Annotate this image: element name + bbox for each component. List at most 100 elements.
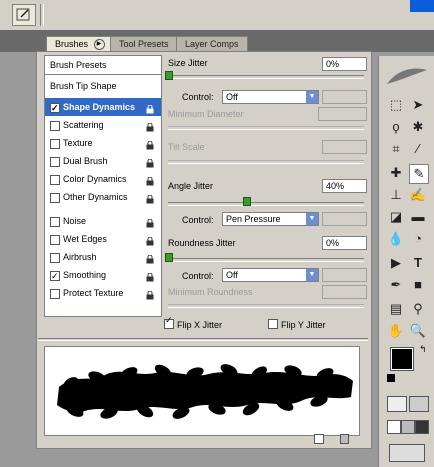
brush-setting-item[interactable]: Wet Edges <box>45 230 161 248</box>
brush-setting-item[interactable]: Smoothing <box>45 266 161 285</box>
brush-setting-item[interactable]: Color Dynamics <box>45 170 161 188</box>
magic-wand-tool-icon[interactable]: ✱ <box>409 118 427 136</box>
path-selection-tool-icon[interactable]: ▶ <box>387 254 405 272</box>
setting-checkbox[interactable] <box>50 235 60 245</box>
healing-brush-tool-icon[interactable]: ✚ <box>387 164 405 182</box>
slice-tool-icon[interactable]: ⁄ <box>409 140 427 158</box>
brush-setting-item[interactable]: Other Dynamics <box>45 188 161 206</box>
palette-menu-icon[interactable]: ▶ <box>93 39 105 51</box>
gradient-tool-icon[interactable]: ▬ <box>409 208 427 226</box>
tilt-scale-label: Tilt Scale <box>168 142 205 152</box>
flip-x-checkbox[interactable] <box>164 315 174 329</box>
angle-jitter-slider[interactable] <box>168 202 364 206</box>
brush-setting-item[interactable]: Scattering <box>45 116 161 134</box>
setting-checkbox[interactable] <box>50 253 60 263</box>
size-control-select[interactable]: Off ▼ <box>222 90 319 104</box>
brush-palette-icon[interactable] <box>12 4 36 26</box>
lock-icon[interactable] <box>146 192 154 204</box>
setting-checkbox[interactable] <box>50 267 60 285</box>
setting-checkbox[interactable] <box>50 175 60 185</box>
angle-control-label: Control: <box>182 215 214 225</box>
setting-checkbox[interactable] <box>50 121 60 131</box>
new-preset-icon[interactable] <box>314 434 324 444</box>
setting-label: Airbrush <box>63 252 97 262</box>
angle-jitter-thumb[interactable] <box>243 197 252 206</box>
eyedropper-tool-icon[interactable]: ⚲ <box>409 300 427 318</box>
marquee-tool-icon[interactable]: ⬚ <box>387 96 405 114</box>
history-brush-tool-icon[interactable]: ✍ <box>409 186 427 204</box>
lock-icon[interactable] <box>146 120 154 132</box>
lock-icon[interactable] <box>146 138 154 150</box>
brush-setting-item[interactable]: Protect Texture <box>45 284 161 302</box>
setting-checkbox[interactable] <box>50 139 60 149</box>
lock-icon[interactable] <box>146 102 154 114</box>
setting-checkbox[interactable] <box>50 193 60 203</box>
angle-jitter-value[interactable]: 40% <box>322 179 367 193</box>
roundness-control-select[interactable]: Off ▼ <box>222 268 319 282</box>
brush-tip-shape-item[interactable]: Brush Tip Shape <box>45 77 161 95</box>
zoom-tool-icon[interactable]: 🔍 <box>409 322 427 340</box>
move-tool-icon[interactable]: ➤ <box>409 96 427 114</box>
swap-colors-icon[interactable]: ↰ <box>419 344 427 355</box>
roundness-jitter-value[interactable]: 0% <box>322 236 367 250</box>
setting-label: Color Dynamics <box>63 174 127 184</box>
angle-control-select[interactable]: Pen Pressure ▼ <box>222 212 319 226</box>
lock-icon[interactable] <box>146 174 154 186</box>
hand-tool-icon[interactable]: ✋ <box>387 322 405 340</box>
quick-mask-mode-icon[interactable] <box>409 396 429 412</box>
setting-label: Other Dynamics <box>63 192 128 202</box>
shape-tool-icon[interactable]: ■ <box>409 276 427 294</box>
flip-y-label: Flip Y Jitter <box>281 320 326 330</box>
lock-icon[interactable] <box>146 156 154 168</box>
min-roundness-value <box>322 285 367 299</box>
brush-setting-item[interactable]: Shape Dynamics <box>45 98 161 117</box>
brush-presets-item[interactable]: Brush Presets <box>45 56 161 75</box>
size-jitter-label: Size Jitter <box>168 58 208 68</box>
roundness-jitter-slider[interactable] <box>168 258 364 262</box>
min-roundness-slider <box>168 304 364 308</box>
size-jitter-thumb[interactable] <box>165 71 173 80</box>
default-colors-icon[interactable] <box>387 374 395 382</box>
angle-jitter-label: Angle Jitter <box>168 181 214 191</box>
pen-tool-icon[interactable]: ✒ <box>387 276 405 294</box>
roundness-jitter-thumb[interactable] <box>165 253 173 262</box>
clone-stamp-tool-icon[interactable]: ⊥ <box>387 186 405 204</box>
tab-brushes[interactable]: Brushes ▶ <box>46 36 114 52</box>
crop-tool-icon[interactable]: ⌗ <box>387 140 405 158</box>
brush-setting-item[interactable]: Dual Brush <box>45 152 161 170</box>
setting-checkbox[interactable] <box>50 217 60 227</box>
tilt-scale-value <box>322 140 367 154</box>
tab-tool-presets[interactable]: Tool Presets <box>110 36 178 51</box>
standard-mode-icon[interactable] <box>387 396 407 412</box>
notes-tool-icon[interactable]: ▤ <box>387 300 405 318</box>
lock-icon[interactable] <box>146 270 154 282</box>
screen-mode-menus-icon[interactable] <box>401 420 415 434</box>
setting-checkbox[interactable] <box>50 289 60 299</box>
brush-tool-icon[interactable]: ✎ <box>409 164 429 184</box>
setting-checkbox[interactable] <box>50 99 60 117</box>
lock-icon[interactable] <box>146 252 154 264</box>
brush-setting-item[interactable]: Noise <box>45 212 161 230</box>
lock-icon[interactable] <box>146 216 154 228</box>
lock-icon[interactable] <box>146 234 154 246</box>
trash-icon[interactable] <box>340 434 349 444</box>
screen-mode-standard-icon[interactable] <box>387 420 401 434</box>
size-jitter-value[interactable]: 0% <box>322 57 367 71</box>
size-jitter-slider[interactable] <box>168 75 364 79</box>
flip-y-checkbox[interactable] <box>268 319 278 329</box>
tab-layer-comps[interactable]: Layer Comps <box>176 36 248 51</box>
lasso-tool-icon[interactable]: ϙ <box>387 118 405 136</box>
eraser-tool-icon[interactable]: ◪ <box>387 208 405 226</box>
dodge-tool-icon[interactable]: ◔ <box>409 230 427 248</box>
setting-checkbox[interactable] <box>50 157 60 167</box>
jump-to-imageready-icon[interactable] <box>389 444 425 462</box>
blur-tool-icon[interactable]: 💧 <box>387 230 405 248</box>
min-roundness-label: Minimum Roundness <box>168 287 253 297</box>
brush-setting-item[interactable]: Airbrush <box>45 248 161 266</box>
lock-icon[interactable] <box>146 288 154 300</box>
type-tool-icon[interactable]: T <box>409 254 427 272</box>
screen-mode-full-icon[interactable] <box>415 420 429 434</box>
options-bar <box>0 0 434 31</box>
foreground-color-swatch[interactable] <box>390 347 414 371</box>
brush-setting-item[interactable]: Texture <box>45 134 161 152</box>
